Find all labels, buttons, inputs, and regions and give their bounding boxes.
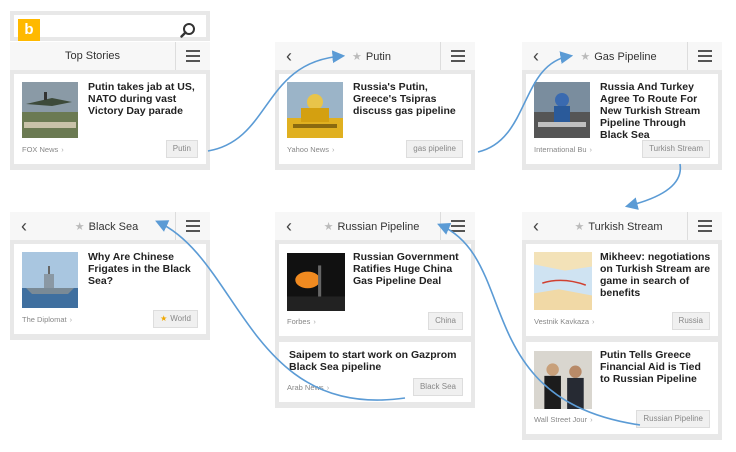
back-icon[interactable]: ‹ <box>275 42 303 70</box>
topic-tag-button[interactable]: Putin <box>165 140 198 158</box>
news-headline[interactable]: Why Are Chinese Frigates in the Black Se… <box>88 251 200 287</box>
news-card[interactable]: Saipem to start work on Gazprom Black Se… <box>279 342 471 402</box>
topic-tag-button[interactable]: ★ World <box>153 310 198 328</box>
topic-tag-button[interactable]: Russia <box>671 312 710 330</box>
news-card[interactable]: Putin Tells Greece Financial Aid is Tied… <box>526 342 718 434</box>
news-source[interactable]: Arab News › <box>287 383 329 392</box>
news-card[interactable]: Russia And Turkey Agree To Route For New… <box>526 74 718 164</box>
menu-icon[interactable] <box>175 212 210 240</box>
news-headline[interactable]: Putin Tells Greece Financial Aid is Tied… <box>600 349 712 385</box>
star-icon[interactable]: ★ <box>580 51 590 63</box>
topic-tag-button[interactable]: Turkish Stream <box>642 140 710 158</box>
news-headline[interactable]: Russia And Turkey Agree To Route For New… <box>600 81 712 141</box>
news-headline[interactable]: Russian Government Ratifies Huge China G… <box>353 251 465 287</box>
news-card[interactable]: Russia's Putin, Greece's Tsipras discuss… <box>279 74 471 164</box>
news-thumbnail <box>287 82 343 138</box>
panel-title: Top Stories <box>64 50 121 62</box>
panel-title: Russian Pipeline <box>337 220 420 233</box>
panel-putin: ‹ ★ Putin Russia's Putin, Greece's Tsipra… <box>275 42 475 170</box>
news-card[interactable]: Why Are Chinese Frigates in the Black Se… <box>14 244 206 334</box>
panel-header: ‹ ★ Russian Pipeline <box>275 212 475 240</box>
star-icon[interactable]: ★ <box>75 221 85 233</box>
panel-title: Putin <box>365 50 391 63</box>
news-headline[interactable]: Putin takes jab at US, NATO during vast … <box>88 81 200 117</box>
search-field[interactable]: b <box>14 15 206 41</box>
news-thumbnail <box>534 351 592 409</box>
bing-logo-icon[interactable]: b <box>18 19 40 41</box>
news-thumbnail <box>22 252 78 308</box>
star-icon[interactable]: ★ <box>574 221 584 233</box>
news-source[interactable]: The Diplomat › <box>22 315 72 324</box>
search-icon[interactable] <box>180 22 196 38</box>
news-card[interactable]: Mikheev: negotiations on Turkish Stream … <box>526 244 718 336</box>
news-thumbnail <box>287 253 345 311</box>
news-card[interactable]: Russian Government Ratifies Huge China G… <box>279 244 471 336</box>
arrow-turkish-to-turkish-panel <box>624 163 681 210</box>
back-icon[interactable]: ‹ <box>522 42 550 70</box>
news-card[interactable]: Putin takes jab at US, NATO during vast … <box>14 74 206 164</box>
news-source[interactable]: FOX News › <box>22 145 64 154</box>
panel-header: ‹ ★ Gas Pipeline <box>522 42 722 70</box>
panel-header: ‹ ★ Turkish Stream <box>522 212 722 240</box>
topic-tag-button[interactable]: Black Sea <box>412 378 463 396</box>
topic-tag-button[interactable]: Russian Pipeline <box>636 410 710 428</box>
news-headline[interactable]: Saipem to start work on Gazprom Black Se… <box>289 349 465 373</box>
news-source[interactable]: Vestnik Kavkaza › <box>534 317 595 326</box>
panel-top-stories: Top Stories Putin takes jab at US, NATO … <box>10 42 210 170</box>
panel-title: Turkish Stream <box>588 220 663 233</box>
news-thumbnail <box>534 252 592 310</box>
news-source[interactable]: Wall Street Jour › <box>534 415 593 424</box>
star-icon[interactable]: ★ <box>352 51 362 63</box>
panel-black-sea: ‹ ★ Black Sea Why Are Chinese Frigates in… <box>10 212 210 340</box>
star-icon[interactable]: ★ <box>324 221 334 233</box>
panel-title: Gas Pipeline <box>594 50 657 63</box>
panel-gas-pipeline: ‹ ★ Gas Pipeline Russia And Turkey Agree … <box>522 42 722 170</box>
topic-tag-button[interactable]: China <box>428 312 463 330</box>
menu-icon[interactable] <box>687 42 722 70</box>
news-source[interactable]: International Bu › <box>534 145 592 154</box>
topic-tag-button[interactable]: gas pipeline <box>406 140 463 158</box>
menu-icon[interactable] <box>440 42 475 70</box>
panel-header: ‹ ★ Putin <box>275 42 475 70</box>
panel-header: ‹ ★ Black Sea <box>10 212 210 240</box>
news-thumbnail <box>22 82 78 138</box>
back-icon[interactable]: ‹ <box>10 212 38 240</box>
news-source[interactable]: Forbes › <box>287 317 316 326</box>
news-headline[interactable]: Mikheev: negotiations on Turkish Stream … <box>600 251 712 299</box>
menu-icon[interactable] <box>687 212 722 240</box>
panel-turkish-stream: ‹ ★ Turkish Stream Mikheev: negotiations … <box>522 212 722 440</box>
panel-header: Top Stories <box>10 42 210 70</box>
news-thumbnail <box>534 82 590 138</box>
menu-icon[interactable] <box>440 212 475 240</box>
menu-icon[interactable] <box>175 42 210 70</box>
search-bar: b <box>10 11 210 41</box>
back-icon[interactable]: ‹ <box>522 212 550 240</box>
panel-title: Black Sea <box>88 220 139 233</box>
star-icon: ★ <box>160 314 168 323</box>
news-headline[interactable]: Russia's Putin, Greece's Tsipras discuss… <box>353 81 465 117</box>
panel-russian-pipeline: ‹ ★ Russian Pipeline Russian Government R… <box>275 212 475 408</box>
news-source[interactable]: Yahoo News › <box>287 145 334 154</box>
back-icon[interactable]: ‹ <box>275 212 303 240</box>
